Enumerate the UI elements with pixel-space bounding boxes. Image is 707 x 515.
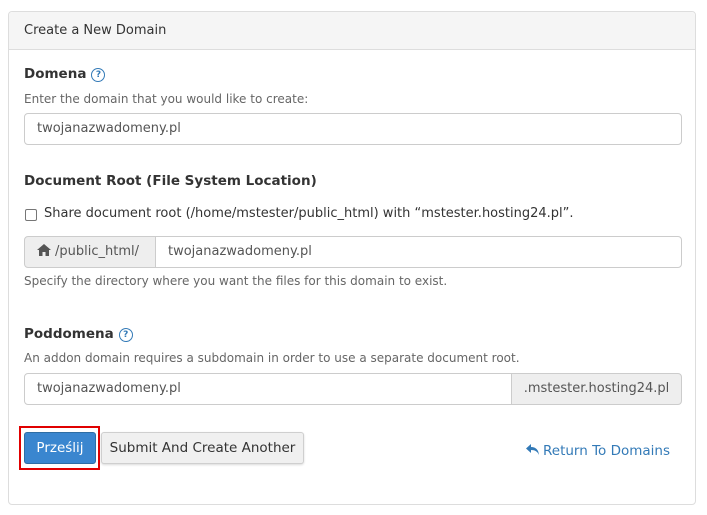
return-arrow-icon — [526, 441, 540, 460]
share-docroot-checkbox[interactable] — [25, 209, 37, 221]
return-to-domains-label[interactable]: Return To Domains — [543, 443, 670, 459]
docroot-hint: Specify the directory where you want the… — [24, 274, 448, 288]
help-icon[interactable]: ? — [118, 328, 133, 342]
domain-input[interactable]: twojanazwadomeny.pl — [24, 113, 682, 145]
home-icon — [37, 238, 51, 268]
subdomain-label: Poddomena — [24, 326, 114, 342]
panel-title: Create a New Domain — [9, 12, 695, 50]
submit-button[interactable]: Prześlij — [24, 432, 96, 464]
docroot-label: Document Root (File System Location) — [24, 173, 317, 189]
domain-hint: Enter the domain that you would like to … — [24, 92, 309, 106]
subdomain-suffix-addon: .mstester.hosting24.pl — [511, 373, 682, 405]
submit-and-create-another-button[interactable]: Submit And Create Another — [101, 432, 304, 464]
domain-label: Domena — [24, 66, 87, 82]
return-to-domains-link[interactable]: Return To Domains — [526, 440, 670, 460]
docroot-prefix-addon: /public_html/ — [24, 236, 156, 268]
subdomain-label-row: Poddomena? — [24, 326, 133, 342]
docroot-prefix: /public_html/ — [55, 244, 139, 259]
subdomain-input[interactable]: twojanazwadomeny.pl — [24, 373, 512, 405]
subdomain-hint: An addon domain requires a subdomain in … — [24, 351, 520, 365]
docroot-input[interactable]: twojanazwadomeny.pl — [155, 236, 682, 268]
help-icon[interactable]: ? — [91, 68, 106, 82]
domain-label-row: Domena? — [24, 66, 106, 82]
share-docroot-label[interactable]: Share document root (/home/mstester/publ… — [44, 206, 574, 221]
